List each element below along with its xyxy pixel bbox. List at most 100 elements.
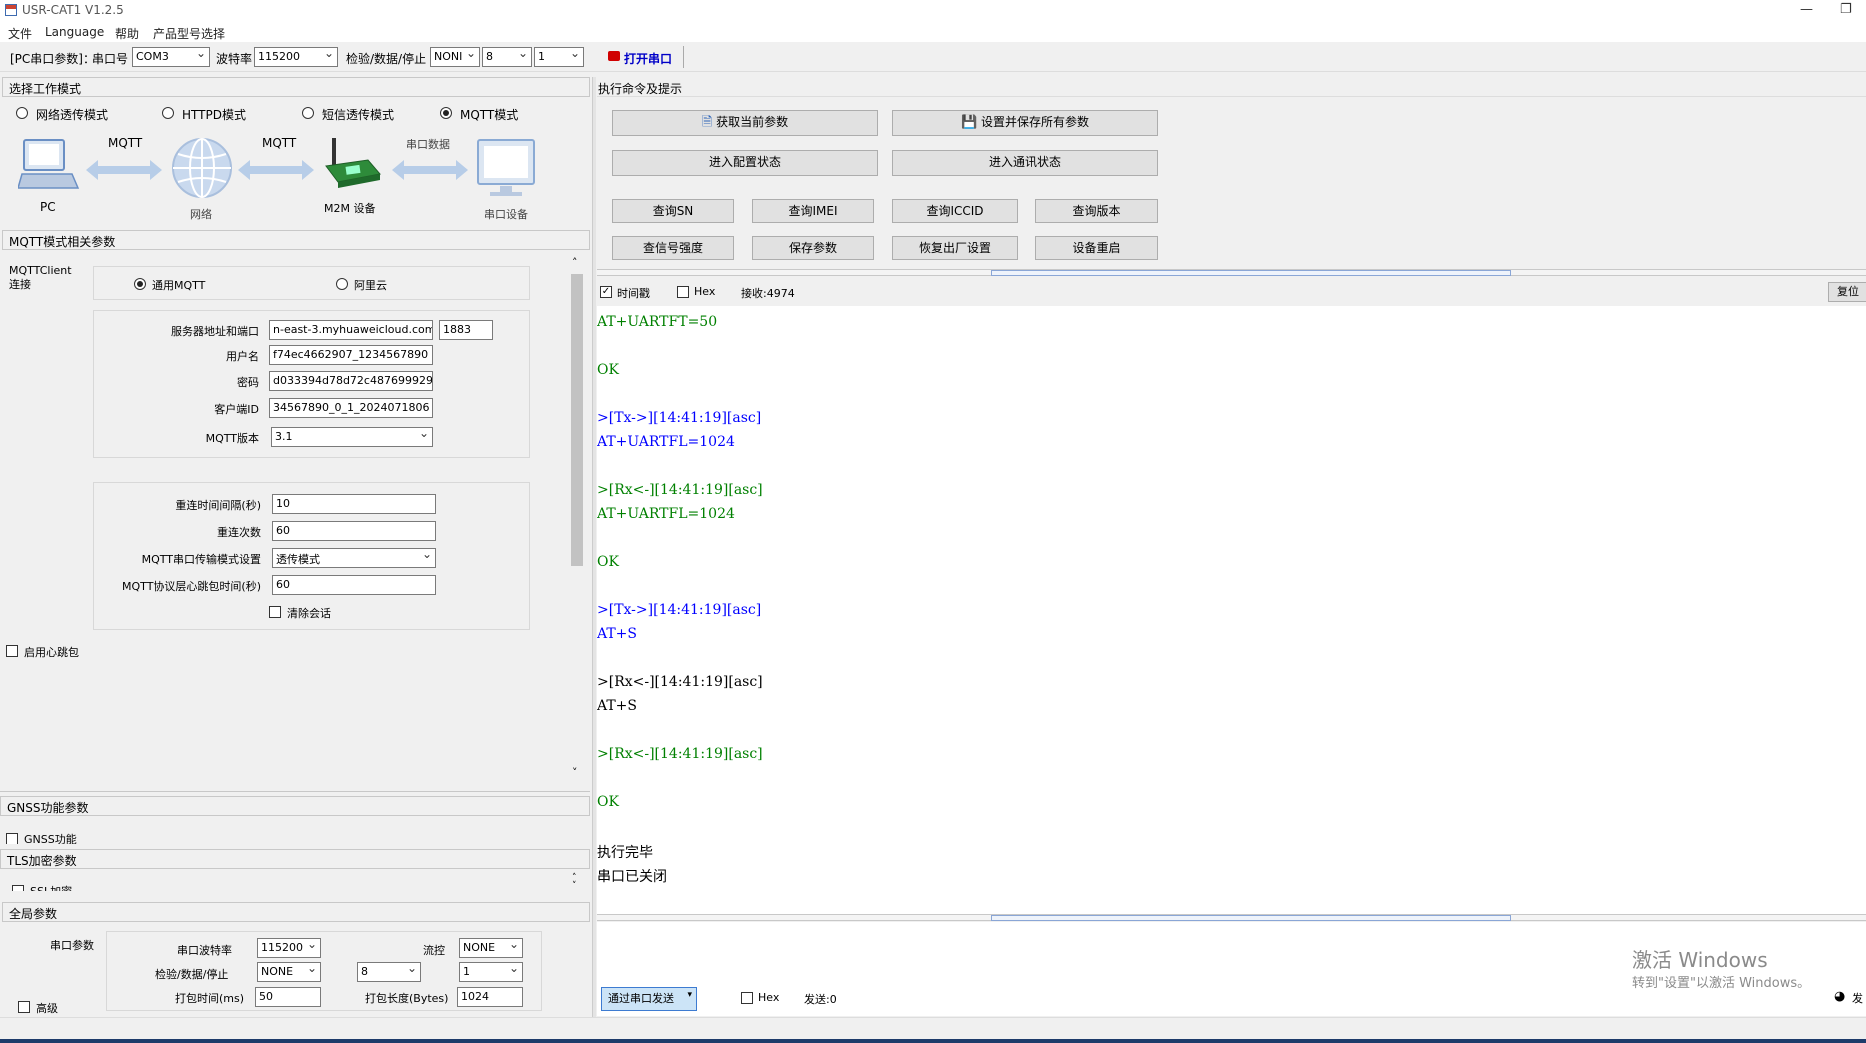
send-mode-dropdown[interactable]: 通过串口发送 ▾ xyxy=(601,987,697,1011)
link1-label: MQTT xyxy=(108,136,143,150)
global-databits-select[interactable]: 8 xyxy=(357,962,421,982)
ssl-check[interactable] xyxy=(12,885,24,891)
log-line: OK xyxy=(597,794,619,810)
log-splitter-bottom[interactable] xyxy=(597,914,1866,921)
query-sn-button[interactable]: 查询SN xyxy=(612,199,734,223)
mqtt-params-header: MQTT模式相关参数 xyxy=(2,230,590,250)
advanced-check[interactable] xyxy=(18,1001,30,1013)
username-input[interactable]: f74ec4662907_1234567890 xyxy=(269,345,433,365)
tls-scroll-icon[interactable]: ˄ ˅ xyxy=(572,874,577,891)
pack-len-input[interactable]: 1024 xyxy=(457,987,523,1007)
reconnect-interval-label: 重连时间间隔(秒) xyxy=(175,499,261,512)
save-params-button[interactable]: 保存参数 xyxy=(752,236,874,260)
reconnect-count-label: 重连次数 xyxy=(217,526,261,539)
client-id-input[interactable]: 34567890_0_1_2024071806 xyxy=(269,398,433,418)
mode-httpd-radio[interactable] xyxy=(162,107,174,119)
pc-params-label: [PC串口参数]： xyxy=(10,52,95,66)
global-baud-select[interactable]: 115200 xyxy=(257,938,321,958)
reconnect-interval-input[interactable]: 10 xyxy=(272,494,436,514)
query-signal-button[interactable]: 查信号强度 xyxy=(612,236,734,260)
log-output[interactable]: AT+UARTFT=50 OK >[Tx->][14:41:19][asc] A… xyxy=(597,306,1866,914)
password-input[interactable]: d033394d78d72c487699929 xyxy=(269,371,433,391)
port-select[interactable]: COM3 xyxy=(132,47,210,67)
log-hex-label: Hex xyxy=(694,285,716,298)
menu-language[interactable]: Language xyxy=(45,25,104,39)
type-generic-radio[interactable] xyxy=(134,278,146,290)
stopbits-select[interactable]: 1 xyxy=(534,47,584,67)
keepalive-input[interactable]: 60 xyxy=(272,575,436,595)
mqtt-client-label: MQTTClient 连接 xyxy=(9,264,72,291)
factory-reset-button[interactable]: 恢复出厂设置 xyxy=(892,236,1018,260)
baud-select[interactable]: 115200 xyxy=(254,47,338,67)
send-button[interactable]: ◕ 发 xyxy=(1834,989,1866,1009)
save-all-button[interactable]: 💾 设置并保存所有参数 xyxy=(892,110,1158,136)
mode-httpd-label: HTTPD模式 xyxy=(182,108,246,122)
scroll-up-icon[interactable]: ˄ xyxy=(572,256,578,269)
mode-sms-radio[interactable] xyxy=(302,107,314,119)
save-all-label: 设置并保存所有参数 xyxy=(981,115,1090,129)
serial-toolbar: [PC串口参数]： 串口号 COM3 波特率 115200 检验/数据/停止 N… xyxy=(0,42,1866,72)
device-restart-button[interactable]: 设备重启 xyxy=(1035,236,1158,260)
scroll-thumb[interactable] xyxy=(571,274,583,566)
mqtt-connection-group: 服务器地址和端口 n-east-3.myhuaweicloud.com 1883… xyxy=(93,310,530,458)
reconnect-count-input[interactable]: 60 xyxy=(272,521,436,541)
sent-count: 发送:0 xyxy=(804,993,837,1006)
heartbeat-check[interactable] xyxy=(6,645,18,657)
restore-button[interactable]: ❐ xyxy=(1840,2,1852,17)
query-iccid-button[interactable]: 查询ICCID xyxy=(892,199,1018,223)
send-icon: ◕ xyxy=(1834,989,1846,1004)
pack-time-input[interactable]: 50 xyxy=(255,987,321,1007)
query-imei-button[interactable]: 查询IMEI xyxy=(752,199,874,223)
transfer-mode-select[interactable]: 透传模式 xyxy=(272,548,436,568)
minimize-button[interactable]: — xyxy=(1800,2,1813,17)
log-line: >[Rx<-][14:41:19][asc] xyxy=(597,482,763,498)
clear-session-check[interactable] xyxy=(269,606,281,618)
menu-file[interactable]: 文件 xyxy=(8,25,32,42)
title-bar: USR-CAT1 V1.2.5 — ❐ xyxy=(0,0,1866,22)
splitter-grip[interactable] xyxy=(991,270,1511,276)
flow-select[interactable]: NONE xyxy=(459,938,523,958)
parity-select[interactable]: NONI xyxy=(430,47,480,67)
query-version-button[interactable]: 查询版本 xyxy=(1035,199,1158,223)
gnss-enable-checkbox[interactable]: GNSS功能 xyxy=(6,830,206,844)
double-arrow-icon xyxy=(86,160,162,180)
menu-help[interactable]: 帮助 xyxy=(115,25,139,42)
databits-select[interactable]: 8 xyxy=(482,47,532,67)
menu-product-select[interactable]: 产品型号选择 xyxy=(153,25,225,42)
panel-splitter[interactable] xyxy=(592,77,596,1017)
log-hex-check[interactable] xyxy=(677,286,689,298)
splitter-grip[interactable] xyxy=(991,915,1511,921)
reset-button[interactable]: 复位 xyxy=(1828,282,1866,302)
port-label: 串口号 xyxy=(92,52,129,66)
send-hex-check[interactable] xyxy=(741,992,753,1004)
gnss-header: GNSS功能参数 xyxy=(0,796,590,816)
global-parity-select[interactable]: NONE xyxy=(257,962,321,982)
ssl-enable-checkbox[interactable]: SSL加密 xyxy=(12,883,212,891)
mode-network-radio[interactable] xyxy=(16,107,28,119)
heartbeat-label: 启用心跳包 xyxy=(24,646,79,659)
global-serial-group: 串口波特率 115200 流控 NONE 检验/数据/停止 NONE 8 1 打… xyxy=(106,931,542,1011)
global-stopbits-select[interactable]: 1 xyxy=(459,962,523,982)
log-line: AT+UARTFL=1024 xyxy=(597,506,735,522)
mqtt-scrollbar[interactable]: ˄ ˅ xyxy=(569,256,585,784)
get-params-button[interactable]: 🗎 获取当前参数 xyxy=(612,110,878,136)
scroll-down-icon[interactable]: ˅ xyxy=(572,766,578,779)
baud-label: 波特率 xyxy=(216,52,253,66)
open-port-button[interactable]: 打开串口 xyxy=(606,48,686,68)
log-line: AT+S xyxy=(597,698,638,714)
gnss-check[interactable] xyxy=(6,833,18,844)
timestamp-check[interactable]: ✓ xyxy=(600,286,612,298)
port-input[interactable]: 1883 xyxy=(439,320,493,340)
version-select[interactable]: 3.1 xyxy=(271,427,433,447)
type-aliyun-radio[interactable] xyxy=(336,278,348,290)
enter-config-button[interactable]: 进入配置状态 xyxy=(612,150,878,176)
enter-comm-button[interactable]: 进入通讯状态 xyxy=(892,150,1158,176)
topology-diagram: PC MQTT 网络 MQTT M2M 设备 串口数据 串口设备 xyxy=(0,128,590,224)
log-splitter-top[interactable] xyxy=(597,269,1866,276)
search-doc-icon: 🗎 xyxy=(701,115,713,130)
mode-mqtt-radio[interactable] xyxy=(440,107,452,119)
server-input[interactable]: n-east-3.myhuaweicloud.com xyxy=(269,320,433,340)
log-line: AT+UARTFL=1024 xyxy=(597,434,735,450)
activation-watermark-title: 激活 Windows xyxy=(1632,948,1768,972)
dropdown-arrow-icon: ▾ xyxy=(687,990,692,1000)
